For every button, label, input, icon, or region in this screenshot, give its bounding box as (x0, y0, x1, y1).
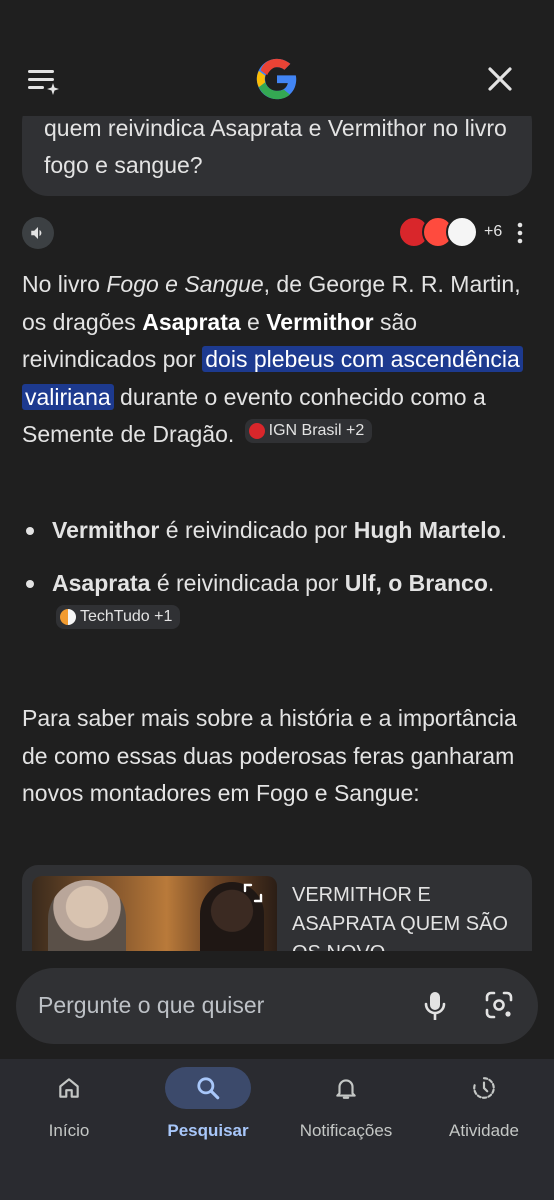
nav-activity[interactable]: Atividade (424, 1067, 544, 1141)
ign-favicon (248, 423, 265, 439)
source-chip-ign[interactable]: IGN Brasil +2 (244, 419, 373, 443)
ask-input-placeholder: Pergunte o que quiser (38, 992, 265, 1018)
nav-search-pill (165, 1067, 251, 1109)
nav-label: Início (48, 1121, 90, 1140)
query-text: quem reivindica Asaprata e Vermithor no … (44, 115, 507, 178)
speaker-icon (31, 227, 42, 239)
video-result-card[interactable]: VERMITHOR E ASAPRATA QUEM SÃO OS NOVO... (22, 865, 532, 951)
answer-text: . (500, 517, 508, 543)
menu-sparkle-icon[interactable] (26, 64, 60, 98)
answer-bullet-list: Vermithor é reivindicado por Hugh Martel… (22, 512, 522, 655)
source-chip-label: IGN Brasil +2 (268, 422, 365, 439)
answer-text: é reivindicada por (150, 569, 345, 596)
nav-activity-pill (441, 1067, 527, 1109)
bell-icon (336, 1079, 356, 1099)
sources-button[interactable]: +6 (398, 216, 503, 248)
ask-input[interactable]: Pergunte o que quiser (16, 968, 538, 1044)
video-thumbnail[interactable] (32, 876, 277, 951)
list-item: Asaprata é reivindicada por Ulf, o Branc… (22, 565, 522, 640)
home-icon (59, 1078, 79, 1098)
techtudo-favicon (60, 609, 76, 625)
nav-label: Pesquisar (167, 1121, 249, 1140)
read-aloud-button[interactable] (22, 217, 54, 249)
mic-icon[interactable] (422, 990, 448, 1022)
nav-label: Notificações (299, 1121, 393, 1140)
thumbnail-figure (48, 880, 126, 951)
video-title[interactable]: VERMITHOR E ASAPRATA QUEM SÃO OS NOVO... (292, 881, 524, 951)
answer-text: e (240, 308, 267, 335)
nav-notifications[interactable]: Notificações (286, 1067, 406, 1141)
nav-search[interactable]: Pesquisar (148, 1067, 268, 1141)
expand-icon[interactable] (242, 882, 264, 904)
rider-name: Hugh Martelo (353, 517, 501, 543)
source-favicon (446, 216, 478, 248)
dragon-name: Vermithor (52, 517, 160, 543)
google-g-logo (256, 58, 297, 100)
dragon-name: Vermithor (266, 308, 374, 335)
rider-name: Ulf, o Branco (344, 569, 488, 596)
nav-label: Atividade (449, 1121, 519, 1140)
nav-home[interactable]: Início (9, 1067, 129, 1141)
source-chip-techtudo[interactable]: TechTudo +1 (56, 605, 181, 629)
close-icon[interactable] (484, 63, 516, 95)
source-chip-label: TechTudo +1 (80, 608, 173, 625)
more-sources-count: +6 (484, 223, 503, 240)
more-vert-icon[interactable] (508, 220, 532, 246)
history-icon (473, 1077, 495, 1099)
dragon-name: Asaprata (142, 308, 241, 335)
list-item: Vermithor é reivindicado por Hugh Martel… (22, 512, 522, 550)
search-icon (197, 1077, 220, 1100)
book-title: Fogo e Sangue (106, 271, 264, 297)
dragon-name: Asaprata (52, 569, 151, 596)
answer-text: No livro (22, 271, 107, 297)
lens-icon[interactable] (484, 990, 514, 1020)
nav-home-pill (26, 1067, 112, 1109)
answer-followup-paragraph: Para saber mais sobre a história e a imp… (22, 705, 517, 806)
ai-answer-paragraph: No livro Fogo e Sangue, de George R. R. … (22, 266, 523, 454)
answer-text: é reivindicado por (159, 517, 354, 543)
bottom-navigation: Início Pesquisar Notificações Atividade (0, 1059, 554, 1200)
top-app-bar (0, 0, 554, 116)
nav-notifications-pill (303, 1067, 389, 1109)
answer-text: . (487, 569, 495, 596)
